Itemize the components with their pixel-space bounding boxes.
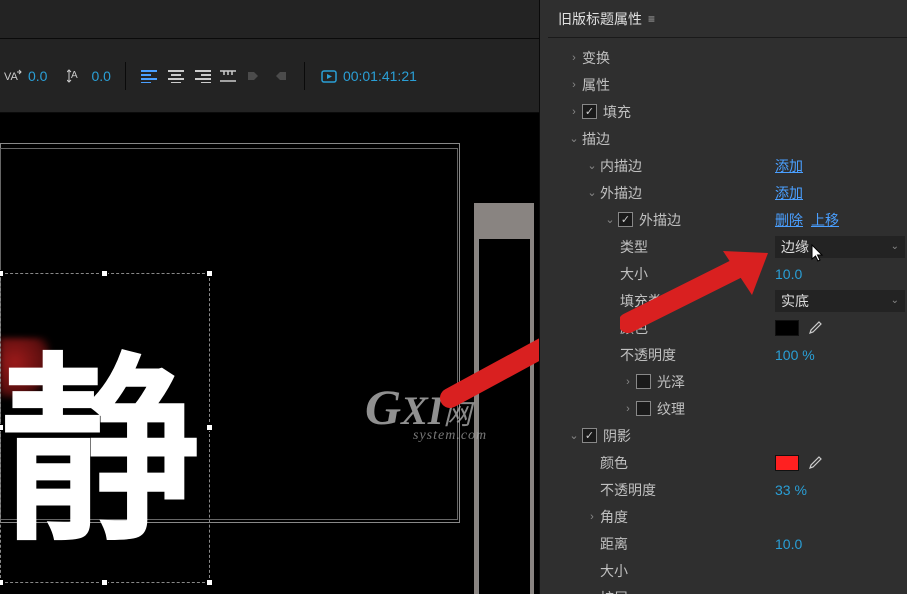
delete-stroke-link[interactable]: 删除 bbox=[775, 210, 803, 230]
twisty-collapsed-icon[interactable]: › bbox=[620, 376, 636, 388]
shadow-angle-row[interactable]: › 角度 bbox=[548, 503, 907, 530]
stroke-size-value[interactable]: 10.0 bbox=[775, 266, 802, 282]
twisty-expanded-icon[interactable]: ⌄ bbox=[584, 159, 600, 172]
align-left-icon[interactable] bbox=[140, 66, 160, 86]
shadow-opacity-row: 不透明度 33 % bbox=[548, 476, 907, 503]
tab-icon[interactable] bbox=[218, 66, 238, 86]
shadow-color-row: 颜色 bbox=[548, 449, 907, 476]
separator bbox=[304, 62, 305, 90]
timecode-icon bbox=[319, 66, 339, 86]
fill-type-dropdown[interactable]: 实底 ⌄ bbox=[775, 290, 905, 312]
twisty-collapsed-icon[interactable]: › bbox=[566, 79, 582, 91]
toolbar: VA 0.0 A 0.0 bbox=[0, 38, 539, 113]
properties-list: › 变换 › 属性 › ✓ 填充 ⌄ 描边 ⌄ 内描边 添加 ⌄ 外描边 添加 … bbox=[548, 38, 907, 594]
stroke-opacity-value[interactable]: 100 % bbox=[775, 347, 815, 363]
section-transform[interactable]: › 变换 bbox=[548, 44, 907, 71]
panel-menu-icon[interactable]: ≡ bbox=[648, 12, 655, 26]
timecode-control[interactable]: 00:01:41:21 bbox=[319, 66, 417, 86]
moveup-stroke-link[interactable]: 上移 bbox=[811, 210, 839, 230]
align-right-icon[interactable] bbox=[192, 66, 212, 86]
shadow-color-swatch[interactable] bbox=[775, 455, 799, 471]
inner-stroke-row[interactable]: ⌄ 内描边 添加 bbox=[548, 152, 907, 179]
twisty-collapsed-icon[interactable]: › bbox=[584, 511, 600, 523]
shadow-checkbox[interactable]: ✓ bbox=[582, 428, 597, 443]
shadow-distance-row: 距离 10.0 bbox=[548, 530, 907, 557]
stroke-color-row: 颜色 bbox=[548, 314, 907, 341]
cursor-icon bbox=[810, 244, 826, 262]
title-canvas[interactable]: 静 GXI网 system.com bbox=[0, 113, 539, 594]
sheen-checkbox[interactable] bbox=[636, 374, 651, 389]
stroke-color-swatch[interactable] bbox=[775, 320, 799, 336]
outer-stroke-item[interactable]: ⌄ ✓ 外描边 删除 上移 bbox=[548, 206, 907, 233]
svg-text:VA: VA bbox=[4, 71, 19, 83]
eyedropper-icon[interactable] bbox=[807, 320, 823, 336]
chevron-down-icon: ⌄ bbox=[891, 241, 899, 252]
watermark: GXI网 system.com bbox=[365, 378, 487, 444]
twisty-collapsed-icon[interactable]: › bbox=[566, 106, 582, 118]
separator bbox=[125, 62, 126, 90]
section-properties[interactable]: › 属性 bbox=[548, 71, 907, 98]
tracking-value-1[interactable]: 0.0 bbox=[28, 68, 47, 84]
twisty-expanded-icon[interactable]: ⌄ bbox=[566, 132, 582, 145]
twisty-expanded-icon[interactable]: ⌄ bbox=[566, 429, 582, 442]
twisty-collapsed-icon[interactable]: › bbox=[620, 403, 636, 415]
stroke-opacity-row: 不透明度 100 % bbox=[548, 341, 907, 368]
chevron-down-icon: ⌄ bbox=[891, 295, 899, 306]
show-bg-icon[interactable] bbox=[270, 66, 290, 86]
properties-panel: 旧版标题属性 ≡ › 变换 › 属性 › ✓ 填充 ⌄ 描边 ⌄ 内描边 添加 … bbox=[540, 0, 907, 594]
align-center-icon[interactable] bbox=[166, 66, 186, 86]
stroke-filltype-row: 填充类型 实底 ⌄ bbox=[548, 287, 907, 314]
stroke-type-dropdown[interactable]: 边缘 ⌄ bbox=[775, 236, 905, 258]
shadow-spread-row: 扩展 bbox=[548, 584, 907, 594]
stroke-type-row: 类型 边缘 ⌄ bbox=[548, 233, 907, 260]
shadow-opacity-value[interactable]: 33 % bbox=[775, 482, 807, 498]
section-fill[interactable]: › ✓ 填充 bbox=[548, 98, 907, 125]
shadow-size-row: 大小 bbox=[548, 557, 907, 584]
selection-box[interactable] bbox=[0, 273, 210, 583]
outer-stroke-checkbox[interactable]: ✓ bbox=[618, 212, 633, 227]
tracking-icon: VA bbox=[4, 66, 24, 86]
show-video-icon[interactable] bbox=[244, 66, 264, 86]
tracking-control-2[interactable]: A 0.0 bbox=[67, 66, 110, 86]
eyedropper-icon[interactable] bbox=[807, 455, 823, 471]
section-stroke[interactable]: ⌄ 描边 bbox=[548, 125, 907, 152]
tracking-control-1[interactable]: VA 0.0 bbox=[4, 66, 47, 86]
outer-stroke-row[interactable]: ⌄ 外描边 添加 bbox=[548, 179, 907, 206]
texture-checkbox[interactable] bbox=[636, 401, 651, 416]
stroke-texture-row[interactable]: › 纹理 bbox=[548, 395, 907, 422]
panel-title: 旧版标题属性 bbox=[558, 9, 642, 29]
twisty-expanded-icon[interactable]: ⌄ bbox=[602, 213, 618, 226]
canvas-panel: VA 0.0 A 0.0 bbox=[0, 0, 540, 594]
add-outer-stroke-link[interactable]: 添加 bbox=[775, 183, 803, 203]
shadow-distance-value[interactable]: 10.0 bbox=[775, 536, 802, 552]
fill-checkbox[interactable]: ✓ bbox=[582, 104, 597, 119]
stroke-size-row: 大小 10.0 bbox=[548, 260, 907, 287]
svg-text:A: A bbox=[71, 70, 78, 81]
stroke-sheen-row[interactable]: › 光泽 bbox=[548, 368, 907, 395]
twisty-collapsed-icon[interactable]: › bbox=[566, 52, 582, 64]
timecode-value[interactable]: 00:01:41:21 bbox=[343, 68, 417, 84]
baseline-icon: A bbox=[67, 66, 87, 86]
section-shadow[interactable]: ⌄ ✓ 阴影 bbox=[548, 422, 907, 449]
panel-title-bar: 旧版标题属性 ≡ bbox=[548, 0, 907, 38]
tracking-value-2[interactable]: 0.0 bbox=[91, 68, 110, 84]
add-inner-stroke-link[interactable]: 添加 bbox=[775, 156, 803, 176]
twisty-expanded-icon[interactable]: ⌄ bbox=[584, 186, 600, 199]
